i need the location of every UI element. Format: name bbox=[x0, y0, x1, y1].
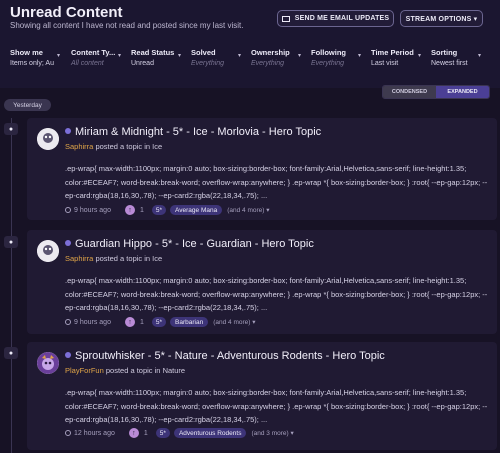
send-email-updates-label: SEND ME EMAIL UPDATES bbox=[294, 15, 390, 22]
forum-link[interactable]: Ice bbox=[152, 142, 162, 151]
topic-title[interactable]: Miriam & Midnight - 5* - Ice - Morlovia … bbox=[65, 126, 321, 138]
prefix-tag[interactable]: 5* bbox=[151, 317, 167, 327]
chevron-down-icon: ▾ bbox=[118, 53, 122, 59]
author-avatar[interactable] bbox=[37, 352, 59, 374]
chevron-down-icon: ▾ bbox=[358, 53, 362, 59]
topic-meta: 9 hours ago ↑ 1 5* Average Mana (and 4 m… bbox=[65, 204, 270, 216]
more-tags-toggle[interactable]: (and 4 more) ▾ bbox=[213, 318, 255, 326]
chevron-down-icon: ▾ bbox=[57, 53, 61, 59]
topic-title[interactable]: Guardian Hippo - 5* - Ice - Guardian - H… bbox=[65, 238, 314, 250]
chevron-down-icon: ▾ bbox=[178, 53, 182, 59]
chevron-down-icon: ▾ bbox=[238, 53, 242, 59]
topic-time: 12 hours ago bbox=[74, 429, 115, 437]
topic-time: 9 hours ago bbox=[74, 318, 111, 326]
prefix-tag[interactable]: 5* bbox=[155, 428, 170, 438]
topic-excerpt: .ep-wrap{ max-width:1100px; margin:0 aut… bbox=[65, 164, 488, 200]
topic-card: Guardian Hippo - 5* - Ice - Guardian - H… bbox=[27, 230, 497, 334]
clock-icon bbox=[65, 207, 71, 213]
chevron-down-icon: ▾ bbox=[298, 53, 302, 59]
author-link[interactable]: Saphirra bbox=[65, 254, 93, 263]
condensed-view-button[interactable]: CONDENSED bbox=[383, 86, 436, 98]
topic-posted-line: Saphirra posted a topic in Ice bbox=[65, 254, 163, 263]
reply-count: 1 bbox=[139, 318, 144, 326]
forum-link[interactable]: Ice bbox=[152, 254, 162, 263]
unread-indicator-icon bbox=[65, 128, 71, 135]
filter-ownership[interactable]: Ownership Everything ▾ bbox=[251, 48, 301, 67]
topic-tag[interactable]: Average Mana bbox=[170, 205, 223, 215]
prefix-tag[interactable]: 5* bbox=[151, 205, 167, 215]
topic-meta: 9 hours ago ↑ 1 5* Barbarian (and 4 more… bbox=[65, 316, 256, 328]
forum-link[interactable]: Nature bbox=[163, 366, 186, 375]
topic-card: Miriam & Midnight - 5* - Ice - Morlovia … bbox=[27, 118, 497, 220]
topic-posted-line: Saphirra posted a topic in Ice bbox=[65, 142, 163, 151]
topic-stream-icon: ● bbox=[4, 123, 18, 135]
topic-excerpt: .ep-wrap{ max-width:1100px; margin:0 aut… bbox=[65, 388, 488, 424]
reply-icon: ↑ bbox=[128, 428, 139, 438]
filter-time-period[interactable]: Time Period Last visit ▾ bbox=[371, 48, 421, 67]
topic-tag[interactable]: Barbarian bbox=[170, 317, 209, 327]
unread-indicator-icon bbox=[65, 240, 71, 247]
topic-title[interactable]: Sproutwhisker - 5* - Nature - Adventurou… bbox=[65, 350, 385, 362]
author-link[interactable]: PlayForFun bbox=[65, 366, 104, 375]
author-link[interactable]: Saphirra bbox=[65, 142, 93, 151]
more-tags-toggle[interactable]: (and 4 more) ▾ bbox=[227, 206, 269, 214]
topic-time: 9 hours ago bbox=[74, 206, 111, 214]
topic-excerpt: .ep-wrap{ max-width:1100px; margin:0 aut… bbox=[65, 276, 488, 312]
stream-options-button[interactable]: STREAM OPTIONS ▾ bbox=[400, 10, 483, 27]
topic-stream-icon: ● bbox=[4, 236, 18, 248]
author-avatar[interactable] bbox=[37, 128, 59, 150]
clock-icon bbox=[65, 430, 71, 436]
filter-content-type[interactable]: Content Ty... All content ▾ bbox=[71, 48, 121, 67]
expanded-view-button[interactable]: EXPANDED bbox=[436, 86, 489, 98]
reply-icon: ↑ bbox=[124, 205, 135, 215]
topic-stream-icon: ● bbox=[4, 347, 18, 359]
filter-sorting[interactable]: Sorting Newest first ▾ bbox=[431, 48, 481, 67]
topic-tag[interactable]: Adventurous Rodents bbox=[173, 428, 247, 438]
page-subtitle: Showing all content I have not read and … bbox=[10, 21, 244, 30]
clock-icon bbox=[65, 319, 71, 325]
page-title: Unread Content bbox=[10, 4, 123, 21]
more-tags-toggle[interactable]: (and 3 more) ▾ bbox=[251, 429, 293, 437]
mail-icon bbox=[281, 15, 290, 22]
reply-icon: ↑ bbox=[124, 317, 135, 327]
timeline-line bbox=[11, 118, 12, 453]
topic-card: Sproutwhisker - 5* - Nature - Adventurou… bbox=[27, 342, 497, 450]
filter-following[interactable]: Following Everything ▾ bbox=[311, 48, 361, 67]
reply-count: 1 bbox=[143, 429, 148, 437]
author-avatar[interactable] bbox=[37, 240, 59, 262]
day-separator: Yesterday bbox=[4, 99, 51, 111]
topic-meta: 12 hours ago ↑ 1 5* Adventurous Rodents … bbox=[65, 427, 294, 439]
filter-solved[interactable]: Solved Everything ▾ bbox=[191, 48, 241, 67]
reply-count: 1 bbox=[139, 206, 144, 214]
page-header: Unread Content Showing all content I hav… bbox=[0, 0, 500, 88]
topic-posted-line: PlayForFun posted a topic in Nature bbox=[65, 366, 186, 375]
filter-show-me[interactable]: Show me Items only; Au ▾ bbox=[10, 48, 60, 67]
filter-read-status[interactable]: Read Status Unread ▾ bbox=[131, 48, 181, 67]
send-email-updates-button[interactable]: SEND ME EMAIL UPDATES bbox=[277, 10, 394, 27]
chevron-down-icon: ▾ bbox=[418, 53, 422, 59]
stream-options-label: STREAM OPTIONS ▾ bbox=[405, 15, 478, 23]
chevron-down-icon: ▾ bbox=[478, 53, 482, 59]
view-toggle: CONDENSED EXPANDED bbox=[382, 85, 490, 99]
unread-indicator-icon bbox=[65, 352, 71, 359]
